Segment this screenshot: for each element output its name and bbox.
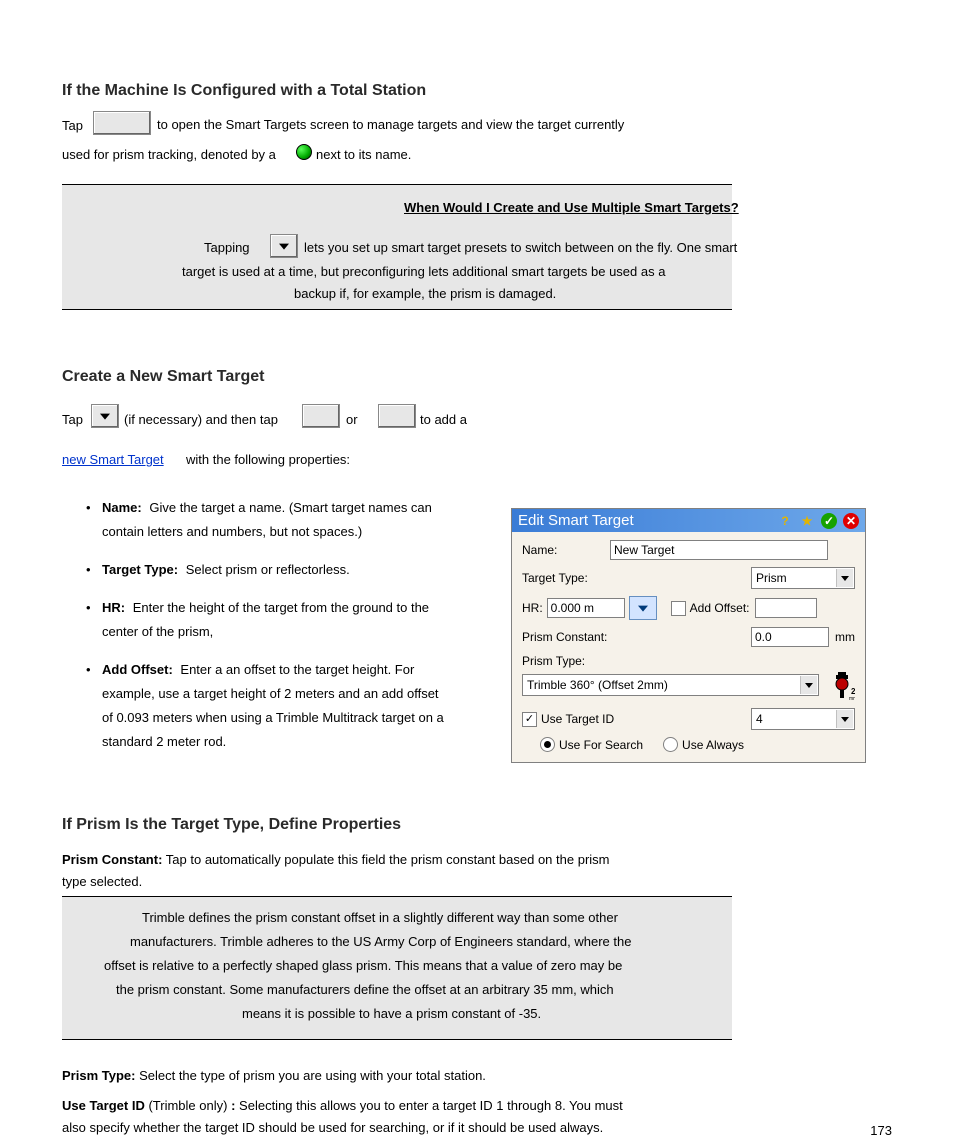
bullet-dot-3: • xyxy=(86,600,91,615)
prop3-label: HR: Enter the height of the target from … xyxy=(102,600,429,615)
prism-type-label: Prism Type: xyxy=(522,654,585,668)
svg-text:2: 2 xyxy=(851,687,855,696)
target-type-label: Target Type: xyxy=(522,571,588,585)
p1-part-c: used for prism tracking, denoted by a xyxy=(62,147,276,162)
prop1-label: Name: Give the target a name. (Smart tar… xyxy=(102,500,432,515)
add-offset-label: Add Offset: xyxy=(690,601,750,615)
edit-smart-target-dialog: Edit Smart Target ? ★ ✓ ✕ Name: Target T… xyxy=(511,508,866,763)
prop4-text2: example, use a target height of 2 meters… xyxy=(102,686,439,701)
s3-callout-l1: Trimble defines the prism constant offse… xyxy=(142,910,618,925)
cst-button-1[interactable] xyxy=(302,404,340,428)
prism-constant-input[interactable] xyxy=(751,627,829,647)
heading-prism-target-type: If Prism Is the Target Type, Define Prop… xyxy=(62,816,401,834)
name-input[interactable] xyxy=(610,540,828,560)
prism-constant-unit: mm xyxy=(835,630,855,644)
ok-icon[interactable]: ✓ xyxy=(821,513,837,529)
s3-callout-l4: the prism constant. Some manufacturers d… xyxy=(116,982,614,997)
heading-create-smart-target: Create a New Smart Target xyxy=(62,368,264,386)
add-offset-checkbox[interactable] xyxy=(671,601,686,616)
link-new-smart-target[interactable]: new Smart Target xyxy=(62,452,164,467)
callout-multiple-smart-targets: When Would I Create and Use Multiple Sma… xyxy=(62,184,732,310)
prism-icon: 2 mm xyxy=(829,670,855,700)
cst-dropdown[interactable] xyxy=(91,404,119,428)
hr-label: HR: xyxy=(522,601,543,615)
page-number: 173 xyxy=(832,1123,892,1138)
s3-p2: Prism Type: Select the type of prism you… xyxy=(62,1068,486,1083)
callout-line1a: Tapping xyxy=(204,240,250,255)
svg-text:mm: mm xyxy=(849,696,855,700)
p1-part-b: to open the Smart Targets screen to mana… xyxy=(157,117,624,132)
bullet-dot-2: • xyxy=(86,562,91,577)
p1-part-a: Tap xyxy=(62,118,83,133)
s3-p1-l1: Prism Constant: Tap to automatically pop… xyxy=(62,852,610,867)
prop3-text2: center of the prism, xyxy=(102,624,213,639)
use-always-label: Use Always xyxy=(682,738,744,752)
s3-callout-l2: manufacturers. Trimble adheres to the US… xyxy=(130,934,631,949)
smart-targets-dropdown[interactable] xyxy=(270,234,298,258)
dialog-title: Edit Smart Target xyxy=(518,512,777,529)
prop4-text4: standard 2 meter rod. xyxy=(102,734,226,749)
help-icon[interactable]: ? xyxy=(777,513,793,529)
hr-input[interactable] xyxy=(547,598,625,618)
prop4-text3: of 0.093 meters when using a Trimble Mul… xyxy=(102,710,444,725)
prism-type-select[interactable]: Trimble 360° (Offset 2mm) xyxy=(522,674,819,696)
s3-callout-l3: offset is relative to a perfectly shaped… xyxy=(104,958,622,973)
p1-part-d: next to its name. xyxy=(316,147,411,162)
callout-line2: target is used at a time, but preconfigu… xyxy=(182,264,665,279)
cst-line1c: or xyxy=(346,412,358,427)
cst-line1a: Tap xyxy=(62,412,83,427)
use-for-search-radio[interactable] xyxy=(540,737,555,752)
callout-line1b: lets you set up smart target presets to … xyxy=(304,240,737,255)
dialog-titlebar: Edit Smart Target ? ★ ✓ ✕ xyxy=(512,509,865,532)
prop4-label: Add Offset: Enter a an offset to the tar… xyxy=(102,662,414,677)
s3-p3-l2: also specify whether the target ID shoul… xyxy=(62,1120,603,1135)
heading-machine-total-station: If the Machine Is Configured with a Tota… xyxy=(62,82,426,100)
prop2-label: Target Type: Select prism or reflectorle… xyxy=(102,562,350,577)
name-label: Name: xyxy=(522,543,610,557)
hr-dropdown-button[interactable] xyxy=(629,596,657,620)
close-icon[interactable]: ✕ xyxy=(843,513,859,529)
add-offset-input[interactable] xyxy=(755,598,817,618)
s3-p1-l2: type selected. xyxy=(62,874,142,889)
prop1-text2: contain letters and numbers, but not spa… xyxy=(102,524,362,539)
target-type-select[interactable]: Prism xyxy=(751,567,855,589)
callout-prism-constant-definition: Trimble defines the prism constant offse… xyxy=(62,896,732,1040)
s3-p3-l1: Use Target ID (Trimble only) : Selecting… xyxy=(62,1098,623,1113)
cst-button-2[interactable] xyxy=(378,404,416,428)
cst-line2b: with the following properties: xyxy=(186,452,350,467)
use-for-search-label: Use For Search xyxy=(559,738,643,752)
prism-constant-label: Prism Constant: xyxy=(522,630,751,644)
use-target-id-label: Use Target ID xyxy=(541,712,751,726)
active-tracking-dot-icon xyxy=(296,144,312,160)
smart-targets-button[interactable] xyxy=(93,111,151,135)
favorite-icon[interactable]: ★ xyxy=(799,513,815,529)
use-always-radio[interactable] xyxy=(663,737,678,752)
use-target-id-checkbox[interactable] xyxy=(522,712,537,727)
target-id-select[interactable]: 4 xyxy=(751,708,855,730)
s3-callout-l5: means it is possible to have a prism con… xyxy=(242,1006,541,1021)
cst-line1d: to add a xyxy=(420,412,467,427)
cst-line1b: (if necessary) and then tap xyxy=(124,412,278,427)
callout-title: When Would I Create and Use Multiple Sma… xyxy=(404,200,739,215)
bullet-dot-4: • xyxy=(86,662,91,677)
callout-line3: backup if, for example, the prism is dam… xyxy=(294,286,556,301)
bullet-dot-1: • xyxy=(86,500,91,515)
